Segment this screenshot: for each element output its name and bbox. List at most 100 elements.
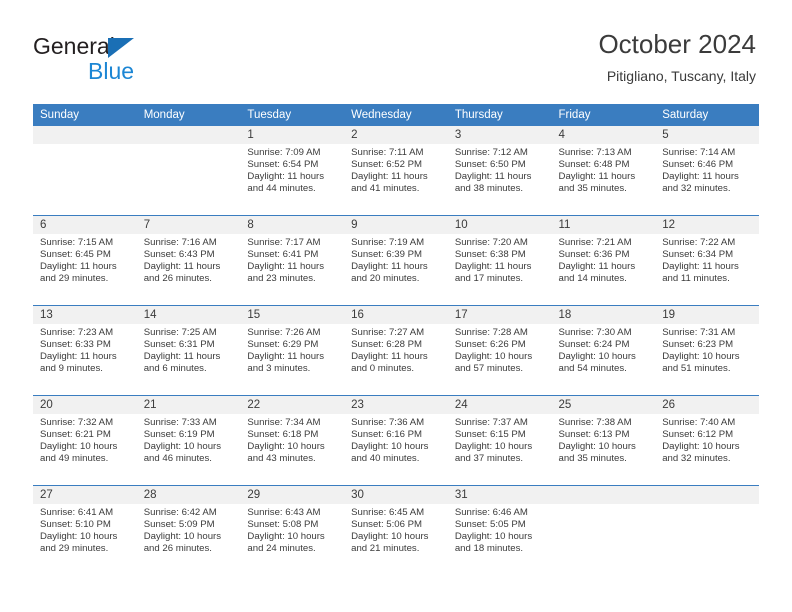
calendar-day-cell[interactable]: 18 Sunrise: 7:30 AM Sunset: 6:24 PM Dayligh… <box>551 305 656 396</box>
day-cell-content: 11 Sunrise: 7:21 AM Sunset: 6:36 PM Dayligh… <box>551 216 656 305</box>
calendar-day-cell[interactable]: 2 Sunrise: 7:11 AM Sunset: 6:52 PM Daylight… <box>344 126 448 216</box>
daylight-text-line2: and 26 minutes. <box>143 542 212 554</box>
day-number: 30 <box>344 486 448 504</box>
calendar-day-cell[interactable]: 30 Sunrise: 6:45 AM Sunset: 5:06 PM Dayligh… <box>344 485 448 575</box>
sunset-text: Sunset: 6:12 PM <box>662 428 734 440</box>
daylight-text-line2: and 0 minutes. <box>351 362 415 374</box>
calendar-day-cell[interactable]: 5 Sunrise: 7:14 AM Sunset: 6:46 PM Daylight… <box>655 126 759 216</box>
calendar-day-cell[interactable]: 12 Sunrise: 7:22 AM Sunset: 6:34 PM Dayligh… <box>655 215 759 306</box>
day-details: Sunrise: 7:34 AM Sunset: 6:18 PM Daylight:… <box>240 414 344 465</box>
calendar-day-cell[interactable]: 6 Sunrise: 7:15 AM Sunset: 6:45 PM Daylight… <box>33 215 137 306</box>
day-details: Sunrise: 6:45 AM Sunset: 5:06 PM Daylight:… <box>344 504 448 555</box>
sunset-text: Sunset: 6:18 PM <box>247 428 319 440</box>
day-number: 1 <box>240 126 345 144</box>
calendar-day-cell[interactable]: 24 Sunrise: 7:37 AM Sunset: 6:15 PM Dayligh… <box>447 395 552 486</box>
sunrise-text: Sunrise: 7:14 AM <box>662 147 736 158</box>
daylight-text-line1: Daylight: 10 hours <box>351 440 429 452</box>
calendar-day-cell[interactable]: 15 Sunrise: 7:26 AM Sunset: 6:29 PM Dayligh… <box>240 305 345 396</box>
day-cell-content <box>136 126 241 215</box>
daylight-text-line1: Daylight: 11 hours <box>247 260 325 272</box>
daylight-text-line1: Daylight: 10 hours <box>351 530 429 542</box>
calendar-day-cell[interactable]: 23 Sunrise: 7:36 AM Sunset: 6:16 PM Dayligh… <box>344 395 448 486</box>
daylight-text-line2: and 20 minutes. <box>351 272 420 284</box>
daylight-text-line1: Daylight: 10 hours <box>247 440 325 452</box>
day-details: Sunrise: 7:14 AM Sunset: 6:46 PM Daylight:… <box>655 144 759 195</box>
day-cell-content: 3 Sunrise: 7:12 AM Sunset: 6:50 PM Daylight… <box>447 126 552 215</box>
sunset-text: Sunset: 5:05 PM <box>454 518 526 530</box>
day-cell-content: 18 Sunrise: 7:30 AM Sunset: 6:24 PM Dayligh… <box>551 306 656 395</box>
day-number: 27 <box>33 486 137 504</box>
daylight-text-line2: and 26 minutes. <box>143 272 212 284</box>
sunrise-text: Sunrise: 7:22 AM <box>662 237 736 248</box>
sunrise-text: Sunrise: 7:32 AM <box>40 417 114 428</box>
calendar-day-cell[interactable]: 28 Sunrise: 6:42 AM Sunset: 5:09 PM Dayligh… <box>136 485 241 575</box>
daylight-text-line1: Daylight: 10 hours <box>40 530 118 542</box>
daylight-text-line2: and 14 minutes. <box>558 272 627 284</box>
calendar-day-cell[interactable]: 16 Sunrise: 7:27 AM Sunset: 6:28 PM Dayligh… <box>344 305 448 396</box>
sunset-text: Sunset: 6:15 PM <box>454 428 526 440</box>
calendar-day-cell[interactable]: 25 Sunrise: 7:38 AM Sunset: 6:13 PM Dayligh… <box>551 395 656 486</box>
day-number: 11 <box>551 216 656 234</box>
calendar-day-cell[interactable]: 26 Sunrise: 7:40 AM Sunset: 6:12 PM Dayligh… <box>655 395 759 486</box>
day-details: Sunrise: 7:40 AM Sunset: 6:12 PM Daylight:… <box>655 414 759 465</box>
day-cell-content: 22 Sunrise: 7:34 AM Sunset: 6:18 PM Dayligh… <box>240 396 345 485</box>
calendar-day-cell[interactable]: 17 Sunrise: 7:28 AM Sunset: 6:26 PM Dayligh… <box>447 305 552 396</box>
day-cell-content <box>551 486 656 575</box>
sunset-text: Sunset: 6:29 PM <box>247 338 319 350</box>
calendar-page: General Blue October 2024 Pitigliano, Tu… <box>0 0 792 612</box>
calendar-day-cell[interactable]: 14 Sunrise: 7:25 AM Sunset: 6:31 PM Dayligh… <box>136 305 241 396</box>
calendar-day-cell[interactable]: 20 Sunrise: 7:32 AM Sunset: 6:21 PM Dayligh… <box>33 395 137 486</box>
calendar-day-cell[interactable]: 4 Sunrise: 7:13 AM Sunset: 6:48 PM Daylight… <box>551 126 656 216</box>
day-cell-content: 5 Sunrise: 7:14 AM Sunset: 6:46 PM Daylight… <box>655 126 759 215</box>
daylight-text-line2: and 46 minutes. <box>143 452 212 464</box>
calendar-day-cell[interactable]: 21 Sunrise: 7:33 AM Sunset: 6:19 PM Dayligh… <box>136 395 241 486</box>
day-details: Sunrise: 7:31 AM Sunset: 6:23 PM Daylight:… <box>655 324 759 375</box>
sunset-text: Sunset: 6:16 PM <box>351 428 423 440</box>
calendar-day-cell[interactable]: 7 Sunrise: 7:16 AM Sunset: 6:43 PM Daylight… <box>136 215 241 306</box>
daylight-text-line2: and 29 minutes. <box>40 272 109 284</box>
sunrise-text: Sunrise: 7:40 AM <box>662 417 736 428</box>
sunrise-text: Sunrise: 7:11 AM <box>351 147 424 158</box>
calendar-day-cell-empty <box>655 485 759 575</box>
daylight-text-line1: Daylight: 11 hours <box>40 350 117 362</box>
calendar-day-cell[interactable]: 27 Sunrise: 6:41 AM Sunset: 5:10 PM Dayligh… <box>33 485 137 575</box>
calendar-day-cell[interactable]: 10 Sunrise: 7:20 AM Sunset: 6:38 PM Dayligh… <box>447 215 552 306</box>
sunset-text: Sunset: 6:39 PM <box>351 248 423 260</box>
calendar-day-cell[interactable]: 8 Sunrise: 7:17 AM Sunset: 6:41 PM Daylight… <box>240 215 345 306</box>
day-cell-content: 30 Sunrise: 6:45 AM Sunset: 5:06 PM Dayligh… <box>344 486 448 575</box>
calendar-day-cell[interactable]: 22 Sunrise: 7:34 AM Sunset: 6:18 PM Dayligh… <box>240 395 345 486</box>
daylight-text-line2: and 35 minutes. <box>558 452 627 464</box>
daylight-text-line2: and 21 minutes. <box>351 542 420 554</box>
sunset-text: Sunset: 6:46 PM <box>662 158 734 170</box>
sunrise-text: Sunrise: 7:19 AM <box>351 237 425 248</box>
calendar-day-cell[interactable]: 31 Sunrise: 6:46 AM Sunset: 5:05 PM Dayligh… <box>447 485 552 575</box>
day-number: 15 <box>240 306 345 324</box>
day-number: 9 <box>344 216 448 234</box>
weekday-header-sunday: Sunday <box>33 104 137 126</box>
sunrise-text: Sunrise: 7:12 AM <box>454 147 528 158</box>
sunrise-text: Sunrise: 7:34 AM <box>247 417 321 428</box>
day-details: Sunrise: 7:26 AM Sunset: 6:29 PM Daylight:… <box>240 324 344 375</box>
sunrise-text: Sunrise: 7:30 AM <box>558 327 632 338</box>
day-details: Sunrise: 6:41 AM Sunset: 5:10 PM Daylight:… <box>33 504 137 555</box>
calendar-day-cell[interactable]: 9 Sunrise: 7:19 AM Sunset: 6:39 PM Daylight… <box>344 215 448 306</box>
daylight-text-line2: and 40 minutes. <box>351 452 420 464</box>
day-number: 25 <box>551 396 656 414</box>
sunrise-text: Sunrise: 7:37 AM <box>454 417 528 428</box>
calendar-day-cell[interactable]: 1 Sunrise: 7:09 AM Sunset: 6:54 PM Daylight… <box>240 126 345 216</box>
day-cell-content: 16 Sunrise: 7:27 AM Sunset: 6:28 PM Dayligh… <box>344 306 448 395</box>
day-cell-content <box>33 126 137 215</box>
calendar-day-cell[interactable]: 11 Sunrise: 7:21 AM Sunset: 6:36 PM Dayligh… <box>551 215 656 306</box>
daylight-text-line1: Daylight: 10 hours <box>40 440 118 452</box>
sunset-text: Sunset: 6:52 PM <box>351 158 423 170</box>
calendar-day-cell[interactable]: 3 Sunrise: 7:12 AM Sunset: 6:50 PM Daylight… <box>447 126 552 216</box>
calendar-day-cell[interactable]: 13 Sunrise: 7:23 AM Sunset: 6:33 PM Dayligh… <box>33 305 137 396</box>
weekday-header-monday: Monday <box>136 104 241 126</box>
calendar-day-cell[interactable]: 19 Sunrise: 7:31 AM Sunset: 6:23 PM Dayligh… <box>655 305 759 396</box>
sunset-text: Sunset: 6:23 PM <box>662 338 734 350</box>
day-number: 10 <box>447 216 552 234</box>
day-number: 2 <box>344 126 448 144</box>
day-details: Sunrise: 7:15 AM Sunset: 6:45 PM Daylight:… <box>33 234 137 285</box>
day-details: Sunrise: 7:28 AM Sunset: 6:26 PM Daylight:… <box>448 324 552 375</box>
calendar-day-cell[interactable]: 29 Sunrise: 6:43 AM Sunset: 5:08 PM Dayligh… <box>240 485 345 575</box>
